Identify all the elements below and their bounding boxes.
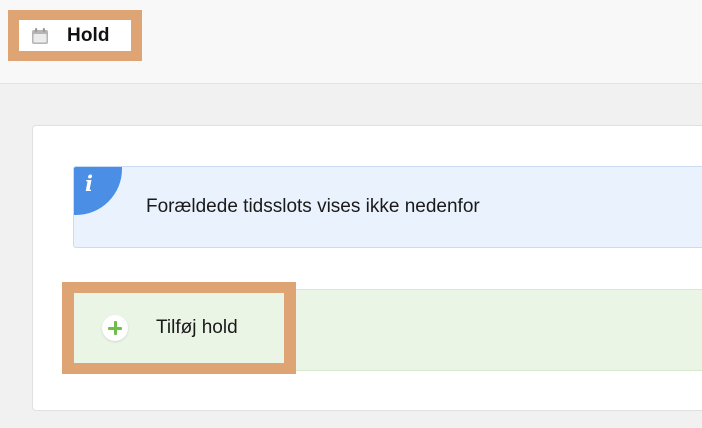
add-team-button[interactable]: Tilføj hold <box>74 293 284 363</box>
info-message: Forældede tidsslots vises ikke nedenfor <box>146 196 480 217</box>
plus-icon <box>102 315 128 341</box>
info-alert: i Forældede tidsslots vises ikke nedenfo… <box>73 166 702 248</box>
title-highlight: Hold <box>8 10 142 61</box>
page-title: Hold <box>67 24 110 46</box>
info-badge: i <box>74 167 122 215</box>
add-team-label: Tilføj hold <box>156 317 238 338</box>
add-team-highlight: Tilføj hold <box>62 282 296 374</box>
page-title-chip: Hold <box>19 20 131 51</box>
info-icon: i <box>85 171 93 196</box>
calendar-icon <box>31 27 49 45</box>
